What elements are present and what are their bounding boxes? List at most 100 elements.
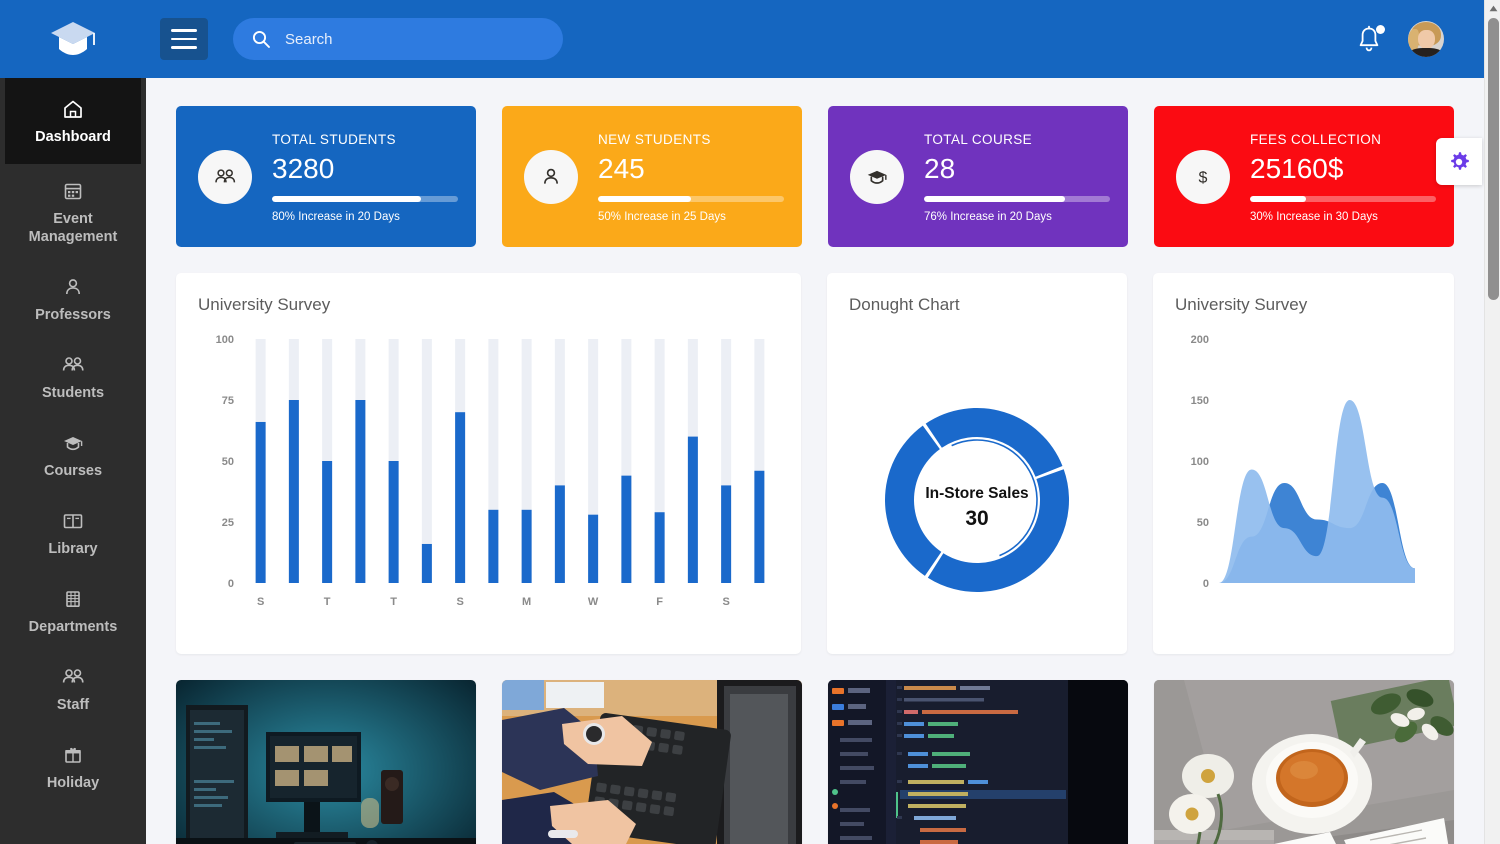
stat-card-value: 28 bbox=[924, 153, 956, 184]
y-axis-tick-label: 50 bbox=[222, 456, 234, 468]
sidebar-item-departments[interactable]: Departments bbox=[7, 572, 139, 650]
bar[interactable] bbox=[388, 461, 399, 583]
search-placeholder: Search bbox=[285, 30, 333, 48]
stat-card-new-students[interactable]: NEW STUDENTS 245 50% Increase in 25 Days bbox=[502, 106, 802, 247]
bar[interactable] bbox=[421, 543, 432, 583]
photo-card[interactable] bbox=[828, 680, 1128, 844]
bar[interactable] bbox=[455, 412, 466, 583]
dual-monitor-desk-setup-image bbox=[176, 680, 476, 844]
people-icon bbox=[61, 352, 85, 378]
sidebar-item-holiday[interactable]: Holiday bbox=[7, 728, 139, 806]
stat-card-total-course[interactable]: TOTAL COURSE 28 76% Increase in 20 Days bbox=[828, 106, 1128, 247]
scrollbar-thumb[interactable] bbox=[1488, 18, 1499, 300]
donut-center-value: 30 bbox=[965, 507, 988, 530]
bar[interactable] bbox=[621, 475, 632, 583]
hamburger-line bbox=[171, 46, 197, 49]
sidebar-item-label: Courses bbox=[43, 463, 103, 479]
bar[interactable] bbox=[521, 509, 532, 583]
app-logo[interactable] bbox=[0, 19, 146, 59]
top-header: Search bbox=[0, 0, 1484, 78]
stat-card-body: TOTAL STUDENTS 3280 80% Increase in 20 D… bbox=[272, 130, 458, 223]
stat-card-fees-collection[interactable]: $ FEES COLLECTION 25160$ 30% Increase in… bbox=[1154, 106, 1482, 247]
avatar[interactable] bbox=[1408, 21, 1444, 57]
stat-card-total-students[interactable]: TOTAL STUDENTS 3280 80% Increase in 20 D… bbox=[176, 106, 476, 247]
photo-card[interactable] bbox=[502, 680, 802, 844]
sidebar-item-staff[interactable]: Staff bbox=[7, 650, 139, 728]
bar[interactable] bbox=[554, 485, 565, 583]
notification-badge-dot bbox=[1376, 25, 1385, 34]
university-survey-bar-chart[interactable]: 0 25 50 75 100 S T T S M W F S bbox=[176, 315, 801, 645]
calendar-icon bbox=[63, 178, 83, 204]
people-icon bbox=[61, 664, 85, 690]
university-survey-area-chart[interactable]: 0 50 100 150 200 bbox=[1153, 315, 1454, 645]
y-axis-tick-label: 25 bbox=[222, 517, 234, 529]
bar[interactable] bbox=[488, 509, 499, 583]
bar[interactable] bbox=[754, 470, 765, 583]
y-axis-tick-label: 0 bbox=[228, 578, 234, 590]
x-axis-tick-label: S bbox=[722, 596, 729, 608]
avatar-image-detail bbox=[1410, 48, 1442, 57]
x-axis-tick-label: T bbox=[390, 596, 397, 608]
bar[interactable] bbox=[288, 400, 299, 583]
bar[interactable] bbox=[255, 421, 266, 583]
x-axis-tick-label: F bbox=[656, 596, 663, 608]
bar[interactable] bbox=[687, 436, 698, 583]
sidebar-item-dashboard[interactable]: Dashboard bbox=[5, 78, 141, 164]
stat-progress-fill bbox=[1250, 196, 1306, 202]
y-axis-tick-label: 150 bbox=[1191, 395, 1209, 407]
bar[interactable] bbox=[355, 400, 366, 583]
stat-cards-row: TOTAL STUDENTS 3280 80% Increase in 20 D… bbox=[146, 78, 1484, 247]
sidebar-item-library[interactable]: Library bbox=[7, 494, 139, 572]
donut-center-label: In-Store Sales bbox=[925, 485, 1028, 502]
bar[interactable] bbox=[654, 512, 665, 583]
search-icon bbox=[252, 30, 270, 48]
y-axis-tick-label: 100 bbox=[216, 334, 234, 346]
stat-card-subtitle: 80% Increase in 20 Days bbox=[272, 211, 400, 223]
person-icon bbox=[544, 168, 558, 184]
stat-icon-circle: $ bbox=[1176, 149, 1230, 204]
sidebar-item-students[interactable]: Students bbox=[7, 338, 139, 416]
code-editor-screen-image bbox=[828, 680, 1128, 844]
area-chart-card: University Survey 0 50 100 150 200 bbox=[1153, 273, 1454, 654]
dollar-icon: $ bbox=[1199, 169, 1208, 186]
book-icon bbox=[62, 508, 84, 534]
sidebar-nav: Dashboard Event Management Professors St… bbox=[0, 78, 146, 844]
sidebar-item-courses[interactable]: Courses bbox=[7, 416, 139, 494]
bar[interactable] bbox=[721, 485, 732, 583]
avatar-image-detail bbox=[1418, 30, 1435, 49]
hamburger-line bbox=[171, 29, 197, 32]
search-input[interactable]: Search bbox=[233, 18, 563, 60]
y-axis-tick-label: 75 bbox=[222, 395, 234, 407]
hamburger-menu-icon[interactable] bbox=[160, 18, 208, 60]
stat-progress-fill bbox=[924, 196, 1066, 202]
header-actions bbox=[1356, 21, 1484, 57]
stat-card-body: FEES COLLECTION 25160$ 30% Increase in 3… bbox=[1250, 130, 1436, 223]
building-icon bbox=[63, 586, 83, 612]
sidebar-item-event-management[interactable]: Event Management bbox=[7, 164, 139, 260]
photo-card[interactable] bbox=[1154, 680, 1454, 844]
x-axis-tick-label: M bbox=[522, 596, 531, 608]
stat-card-body: NEW STUDENTS 245 50% Increase in 25 Days bbox=[598, 130, 784, 223]
chart-title: University Survey bbox=[1175, 295, 1308, 314]
x-axis-tick-label: W bbox=[588, 596, 599, 608]
photo-card[interactable] bbox=[176, 680, 476, 844]
x-axis-tick-label: S bbox=[257, 596, 264, 608]
settings-button[interactable] bbox=[1436, 138, 1482, 185]
vertical-scrollbar[interactable] bbox=[1484, 0, 1500, 844]
hands-typing-on-keyboard-image bbox=[502, 680, 802, 844]
bar[interactable] bbox=[588, 514, 599, 583]
stat-card-value: 245 bbox=[598, 153, 645, 184]
stat-progress-track bbox=[1250, 196, 1436, 202]
gift-icon bbox=[63, 742, 83, 768]
scroll-up-arrow-icon[interactable] bbox=[1485, 0, 1500, 16]
donught-chart[interactable]: In-Store Sales 30 bbox=[827, 315, 1127, 645]
y-axis-tick-label: 0 bbox=[1203, 578, 1209, 590]
sidebar-item-professors[interactable]: Professors bbox=[7, 260, 139, 338]
stat-card-title: TOTAL COURSE bbox=[924, 132, 1033, 147]
stat-card-value: 3280 bbox=[272, 153, 335, 184]
chart-title: Donught Chart bbox=[849, 295, 960, 314]
stat-icon-circle bbox=[850, 149, 904, 204]
bar[interactable] bbox=[322, 461, 333, 583]
notifications-button[interactable] bbox=[1356, 25, 1385, 53]
gear-icon bbox=[1451, 151, 1469, 170]
